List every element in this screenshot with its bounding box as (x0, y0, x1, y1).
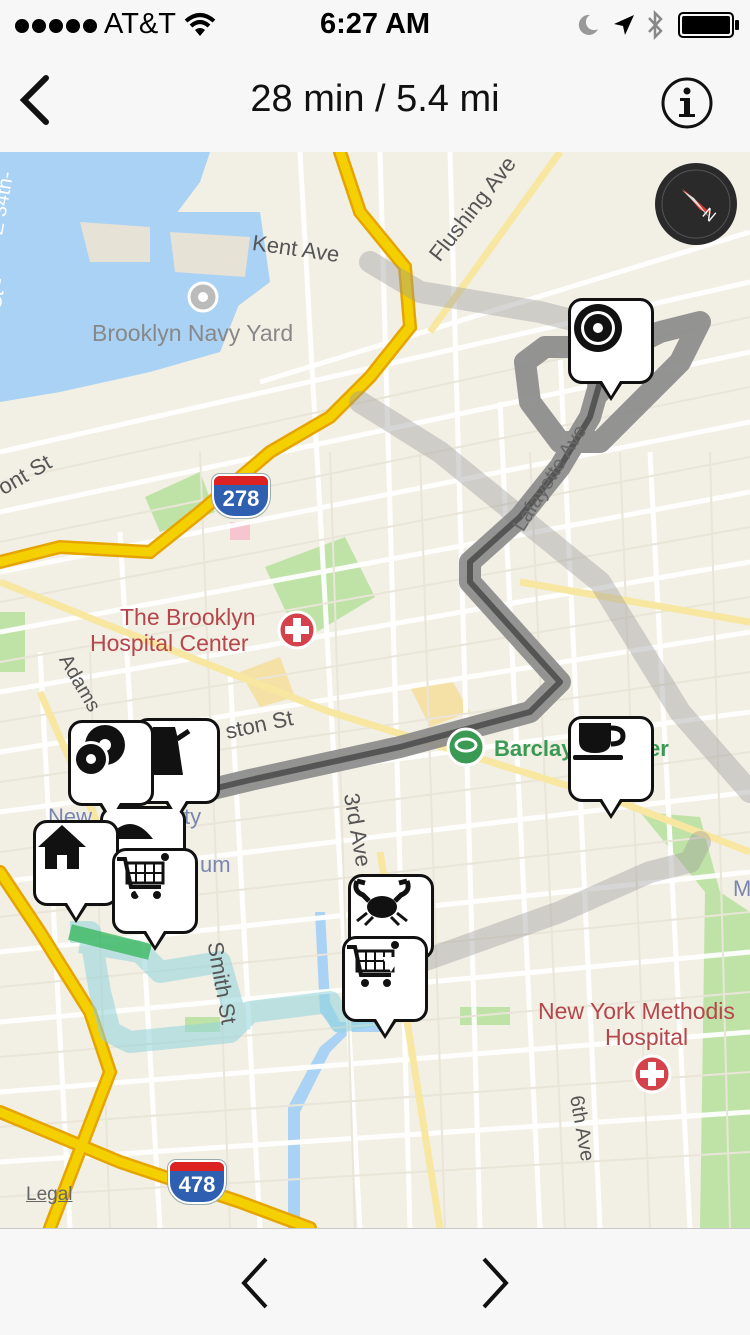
chevron-right-icon (482, 1257, 509, 1309)
status-bar: AT&T 6:27 AM (0, 0, 750, 50)
hospital-icon-2 (632, 1054, 672, 1094)
donut-icon (73, 725, 125, 777)
donut-icon (574, 304, 622, 352)
crab-icon (353, 878, 411, 927)
info-icon (661, 77, 713, 129)
label-barclays: Barclay (494, 736, 574, 761)
landmark-icon (187, 281, 219, 313)
donut-pin[interactable] (568, 298, 654, 401)
label-um: um (200, 852, 231, 877)
highway-shield-278: 278 (212, 474, 270, 518)
label-hospital-center-1: The Brooklyn (120, 604, 256, 630)
previous-step-button[interactable] (234, 1255, 278, 1311)
label-m-edge: M (733, 876, 750, 901)
coffee-cup-icon (573, 723, 626, 760)
battery-icon (678, 12, 739, 38)
cart-pin[interactable] (112, 848, 198, 951)
route-summary-title: 28 min / 5.4 mi (250, 78, 500, 120)
park-3 (0, 612, 25, 672)
cart-pin-2[interactable] (342, 936, 428, 1039)
label-hospital-center-2: Hospital Center (90, 630, 249, 656)
moon-icon (578, 14, 598, 35)
home-pin[interactable] (33, 820, 119, 923)
compass-button[interactable]: N (655, 163, 737, 245)
bottom-toolbar (0, 1228, 750, 1335)
time-label: 6:27 AM (319, 8, 431, 40)
label-methodist-1: New York Methodis (538, 998, 735, 1024)
arena-icon (446, 727, 486, 767)
label-brooklyn-navy-yard: Brooklyn Navy Yard (92, 320, 294, 346)
legal-link[interactable]: Legal (26, 1184, 73, 1206)
chevron-left-icon (241, 1257, 268, 1309)
donut-pin-2[interactable] (68, 720, 154, 823)
coffee-cup-pin[interactable] (568, 716, 654, 819)
info-button[interactable] (660, 76, 714, 130)
map-view[interactable]: N E 34th- St - Kent Ave Flushing Ave Bro… (0, 152, 750, 1228)
location-arrow-icon (614, 15, 634, 35)
highway-shield-478: 478 (168, 1160, 226, 1204)
nav-bar: 28 min / 5.4 mi (0, 50, 750, 153)
home-icon (38, 825, 86, 869)
next-step-button[interactable] (472, 1255, 516, 1311)
bluetooth-icon (648, 10, 663, 40)
hospital-icon (277, 610, 317, 650)
label-methodist-2: Hospital (605, 1024, 689, 1050)
